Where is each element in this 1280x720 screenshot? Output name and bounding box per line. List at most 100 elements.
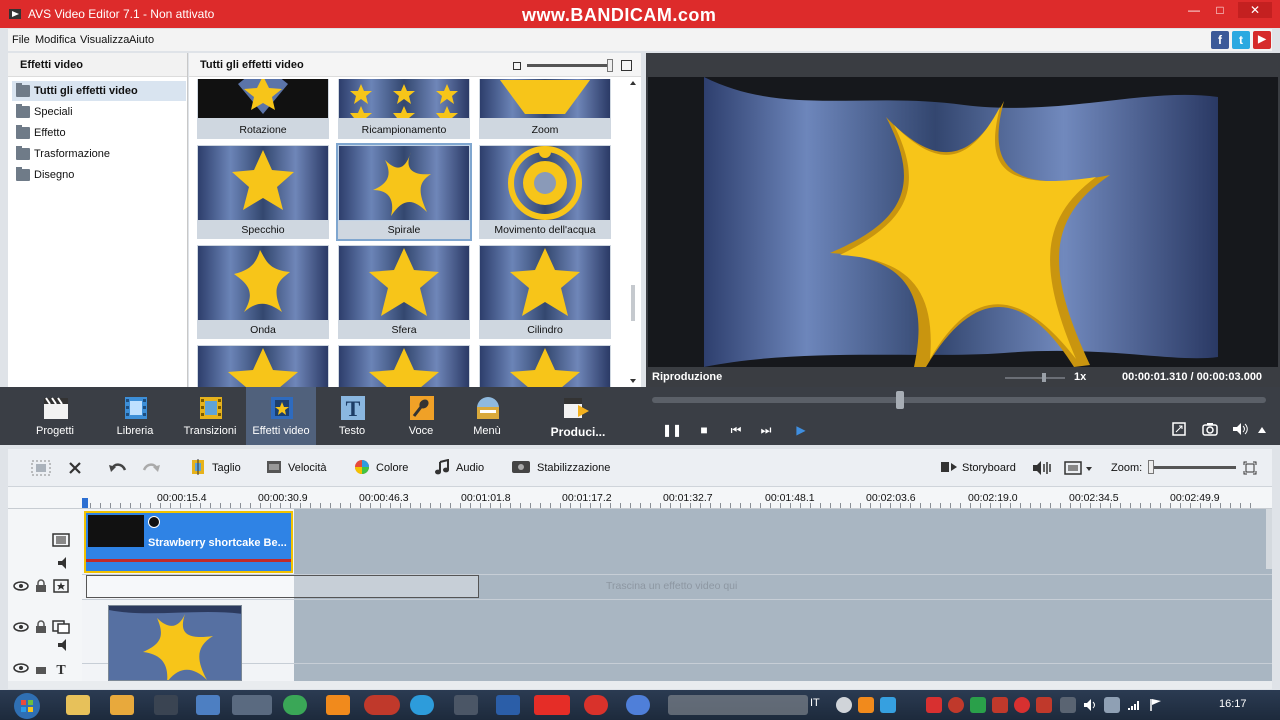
tray-icon[interactable] [880, 697, 896, 713]
mail-icon[interactable] [196, 695, 220, 715]
stop-button[interactable]: ■ [696, 423, 712, 437]
effect-onda[interactable]: Onda [197, 245, 329, 339]
flag-tray-icon[interactable] [1148, 697, 1164, 713]
thumb-size-handle[interactable] [607, 59, 613, 72]
tool-effetti-video[interactable]: Effetti video [246, 387, 316, 445]
audio-button[interactable]: Audio [434, 459, 484, 477]
app-icon[interactable] [496, 695, 520, 715]
playhead[interactable] [82, 498, 88, 508]
tool-voce[interactable]: Voce [386, 387, 456, 445]
tool-transizioni[interactable]: Transizioni [175, 387, 245, 445]
previous-button[interactable]: ⏮ [728, 423, 744, 437]
edge-icon[interactable] [410, 695, 434, 715]
opera-icon[interactable] [584, 695, 608, 715]
app-icon[interactable] [626, 695, 650, 715]
lock-icon[interactable] [32, 620, 50, 634]
tray-icon[interactable] [1014, 697, 1030, 713]
lock-icon[interactable] [32, 579, 50, 593]
category-effetto[interactable]: Effetto [12, 123, 186, 143]
snapshot-icon[interactable] [1202, 422, 1218, 436]
audio-mixer-icon[interactable] [1032, 460, 1054, 476]
facebook-icon[interactable]: f [1211, 31, 1229, 49]
network-tray-icon[interactable] [1104, 697, 1120, 713]
redo-icon[interactable] [141, 460, 161, 476]
large-thumbs-icon[interactable] [621, 60, 632, 71]
timeline-ruler[interactable]: 00:00:15.4 00:00:30.9 00:00:46.3 00:01:0… [8, 487, 1272, 509]
avs-editor-taskbar-icon[interactable] [232, 695, 272, 715]
tray-icon[interactable] [992, 697, 1008, 713]
next-button[interactable]: ⏭ [758, 423, 774, 437]
visibility-icon[interactable] [12, 579, 30, 593]
volume-caret-icon[interactable] [1258, 427, 1266, 433]
effect-cilindro[interactable]: Cilindro [479, 245, 611, 339]
storyboard-button[interactable]: Storyboard [940, 459, 1016, 477]
youtube-icon[interactable]: ▶ [1253, 31, 1271, 49]
minimize-button[interactable]: — [1182, 2, 1206, 18]
vlc-icon[interactable] [326, 695, 350, 715]
tray-icon[interactable] [926, 697, 942, 713]
chrome-icon[interactable] [283, 695, 307, 715]
category-disegno[interactable]: Disegno [12, 165, 186, 185]
category-all-effects[interactable]: Tutti gli effetti video [12, 81, 186, 101]
effect-drop-zone[interactable] [86, 575, 479, 598]
speaker-tray-icon[interactable] [1082, 697, 1098, 713]
speed-slider[interactable] [1005, 377, 1065, 379]
tray-icon[interactable] [836, 697, 852, 713]
file-explorer-icon[interactable] [66, 695, 90, 715]
menu-aiuto[interactable]: Aiuto [129, 34, 154, 46]
zoom-handle[interactable] [1148, 460, 1154, 474]
visibility-icon[interactable] [12, 661, 30, 675]
tool-produci[interactable]: Produci... [538, 387, 618, 445]
bandicam-icon[interactable] [364, 695, 400, 715]
tray-icon[interactable] [1060, 697, 1076, 713]
speed-handle[interactable] [1042, 373, 1046, 382]
menu-visualizza[interactable]: Visualizza [80, 34, 129, 46]
small-thumbs-icon[interactable] [513, 62, 521, 70]
clip-options-icon[interactable] [148, 516, 160, 528]
thumb-size-slider[interactable] [527, 64, 611, 67]
undo-icon[interactable] [108, 460, 128, 476]
tool-libreria[interactable]: Libreria [100, 387, 170, 445]
language-indicator[interactable]: IT [810, 697, 820, 709]
tray-icon[interactable] [970, 697, 986, 713]
taskbar-app-thumbnail[interactable] [668, 695, 808, 715]
effect-tile-partial[interactable] [338, 345, 470, 387]
zoom-slider[interactable] [1152, 466, 1236, 469]
tool-testo[interactable]: T Testo [317, 387, 387, 445]
speed-button[interactable]: Velocità [266, 459, 327, 477]
color-button[interactable]: Colore [354, 459, 408, 477]
category-trasformazione[interactable]: Trasformazione [12, 144, 186, 164]
cut-button[interactable]: Taglio [190, 459, 241, 477]
effect-tile-partial[interactable] [197, 345, 329, 387]
seek-handle[interactable] [896, 391, 904, 409]
aspect-ratio-dropdown[interactable] [1064, 460, 1094, 476]
app-icon[interactable] [154, 695, 178, 715]
tool-progetti[interactable]: Progetti [20, 387, 90, 445]
tool-menu[interactable]: Menù [452, 387, 522, 445]
maximize-button[interactable]: □ [1208, 2, 1232, 18]
gallery-scrollbar[interactable] [627, 79, 639, 385]
effect-movimento-acqua[interactable]: Movimento dell'acqua [479, 145, 611, 239]
fullscreen-icon[interactable] [1172, 422, 1186, 436]
signal-tray-icon[interactable] [1126, 697, 1142, 713]
category-speciali[interactable]: Speciali [12, 102, 186, 122]
mute-icon[interactable] [56, 638, 74, 652]
menu-modifica[interactable]: Modifica [35, 34, 76, 46]
timeline-horizontal-scrollbar[interactable] [8, 681, 1272, 689]
media-player-icon[interactable] [110, 695, 134, 715]
menu-file[interactable]: File [12, 34, 30, 46]
start-button[interactable] [10, 691, 44, 720]
fit-timeline-icon[interactable] [1243, 461, 1257, 475]
select-all-icon[interactable] [31, 460, 51, 476]
visibility-icon[interactable] [12, 620, 30, 634]
dragged-effect-thumbnail[interactable] [108, 605, 242, 681]
app-icon[interactable] [454, 695, 478, 715]
close-button[interactable]: ✕ [1238, 2, 1272, 18]
lock-icon[interactable] [32, 661, 50, 675]
tray-icon[interactable] [858, 697, 874, 713]
volume-icon[interactable] [1232, 422, 1250, 436]
youtube-taskbar-icon[interactable] [534, 695, 570, 715]
effect-sfera[interactable]: Sfera [338, 245, 470, 339]
tray-icon[interactable] [948, 697, 964, 713]
effect-tile-partial[interactable] [479, 345, 611, 387]
